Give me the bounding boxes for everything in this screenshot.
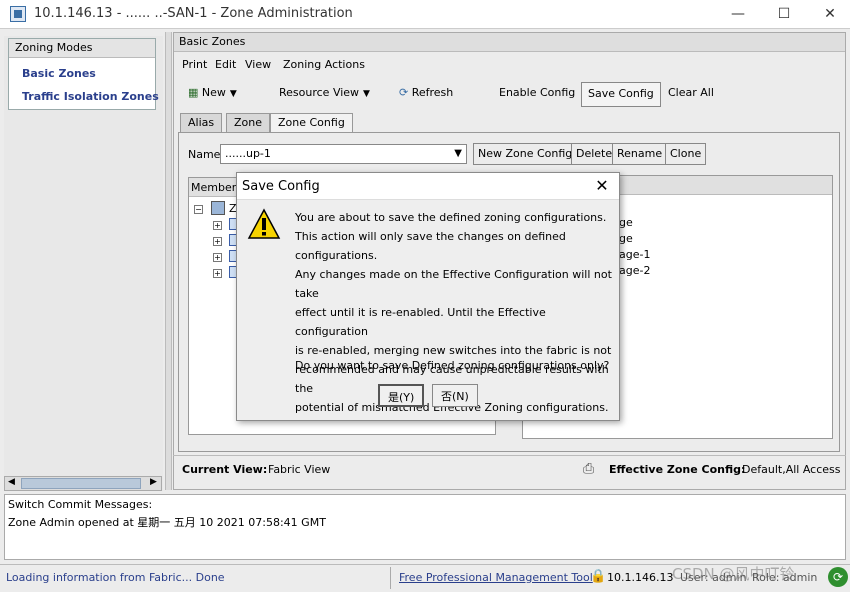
loading-status: Loading information from Fabric... Done bbox=[6, 571, 225, 584]
scroll-thumb[interactable] bbox=[21, 478, 141, 489]
tree-expand-icon[interactable]: + bbox=[213, 269, 222, 278]
free-tool-link[interactable]: Free Professional Management Tool bbox=[399, 571, 593, 584]
dialog-message-line: effect until it is re-enabled. Until the… bbox=[295, 306, 546, 338]
menu-edit[interactable]: Edit bbox=[215, 58, 236, 71]
config-member-item[interactable]: ge bbox=[619, 232, 633, 245]
commit-messages-title: Switch Commit Messages: bbox=[8, 498, 153, 511]
printer-icon[interactable]: ⎙ bbox=[583, 461, 594, 477]
delete-button[interactable]: Delete bbox=[571, 143, 618, 165]
ip-address: 10.1.146.13 bbox=[607, 571, 674, 584]
new-button[interactable]: ▦ New ▼ bbox=[182, 82, 243, 107]
zoning-modes-panel: Zoning Modes Basic Zones Traffic Isolati… bbox=[8, 38, 159, 110]
refresh-icon: ⟳ bbox=[399, 86, 409, 99]
tab-zone[interactable]: Zone bbox=[226, 113, 271, 132]
new-icon: ▦ bbox=[188, 86, 199, 99]
tab-zone-config[interactable]: Zone Config bbox=[270, 113, 353, 133]
minimize-button[interactable]: — bbox=[718, 2, 758, 26]
config-member-item[interactable]: age-2 bbox=[619, 264, 650, 277]
app-icon bbox=[10, 6, 26, 22]
chevron-down-icon: ▼ bbox=[229, 89, 237, 99]
yes-button[interactable]: 是(Y) bbox=[378, 384, 425, 407]
new-zone-config-button[interactable]: New Zone Config bbox=[473, 143, 578, 165]
config-member-item[interactable]: ge bbox=[619, 216, 633, 229]
tree-expand-icon[interactable]: + bbox=[213, 221, 222, 230]
dialog-message-line: This action will only save the changes o… bbox=[295, 230, 566, 262]
tab-alias[interactable]: Alias bbox=[180, 113, 223, 132]
dialog-message-line: is re-enabled, merging new switches into… bbox=[295, 344, 612, 357]
resource-view-label: Resource View bbox=[279, 86, 360, 99]
refresh-label: Refresh bbox=[411, 86, 454, 99]
clear-all-button[interactable]: Clear All bbox=[662, 82, 720, 107]
basic-zones-title: Basic Zones bbox=[174, 33, 845, 52]
resource-view-button[interactable]: Resource View ▼ bbox=[273, 82, 376, 107]
tree-expand-icon[interactable]: + bbox=[213, 253, 222, 262]
view-status-line: Current View: Fabric View ⎙ Effective Zo… bbox=[173, 455, 846, 483]
dialog-question: Do you want to save Defined zoning confi… bbox=[295, 359, 610, 372]
effective-config-label: Effective Zone Config: bbox=[609, 463, 746, 476]
dialog-close-icon[interactable]: ✕ bbox=[589, 175, 615, 197]
lock-icon: 🔒 bbox=[590, 569, 607, 584]
rename-button[interactable]: Rename bbox=[612, 143, 668, 165]
commit-messages-area: Switch Commit Messages: Zone Admin opene… bbox=[4, 494, 846, 560]
window-titlebar: 10.1.146.13 - ...... ..-SAN-1 - Zone Adm… bbox=[0, 0, 850, 28]
close-button[interactable]: ✕ bbox=[810, 2, 850, 26]
tree-expand-icon[interactable]: + bbox=[213, 237, 222, 246]
name-combo[interactable]: ......up-1 ▼ bbox=[220, 144, 467, 164]
enable-config-button[interactable]: Enable Config bbox=[493, 82, 581, 107]
zone-root-icon bbox=[211, 201, 225, 215]
config-member-item[interactable]: age-1 bbox=[619, 248, 650, 261]
scroll-right-icon[interactable]: ▶ bbox=[150, 477, 157, 487]
watermark-text: CSDN @风中叮铃 bbox=[672, 565, 795, 583]
save-config-dialog: Save Config ✕ You are about to save the … bbox=[236, 172, 620, 421]
scroll-left-icon[interactable]: ◀ bbox=[8, 477, 15, 487]
menu-zoning-actions[interactable]: Zoning Actions bbox=[283, 58, 365, 71]
mode-basic-zones[interactable]: Basic Zones bbox=[22, 67, 96, 80]
dialog-title: Save Config bbox=[242, 179, 320, 194]
refresh-button[interactable]: ⟳ Refresh bbox=[393, 82, 459, 107]
current-view-value: Fabric View bbox=[268, 463, 331, 476]
maximize-button[interactable]: ☐ bbox=[764, 2, 804, 26]
dialog-titlebar: Save Config ✕ bbox=[237, 173, 619, 200]
current-view-label: Current View: bbox=[182, 463, 268, 476]
chevron-down-icon: ▼ bbox=[363, 89, 370, 99]
status-bar: Loading information from Fabric... Done … bbox=[0, 564, 850, 592]
no-button[interactable]: 否(N) bbox=[432, 384, 478, 407]
dialog-message-line: Any changes made on the Effective Config… bbox=[295, 268, 612, 300]
new-label: New bbox=[201, 86, 226, 99]
panel-splitter[interactable] bbox=[165, 32, 172, 490]
commit-message-line: Zone Admin opened at 星期一 五月 10 2021 07:5… bbox=[8, 516, 326, 529]
tree-collapse-icon[interactable]: − bbox=[194, 205, 203, 214]
zoning-modes-title: Zoning Modes bbox=[9, 39, 155, 58]
window-title: 10.1.146.13 - ...... ..-SAN-1 - Zone Adm… bbox=[34, 6, 353, 21]
sync-icon: ⟳ bbox=[828, 567, 848, 587]
warning-icon bbox=[247, 208, 281, 239]
effective-config-value: Default,All Access bbox=[742, 463, 841, 476]
chevron-down-icon[interactable]: ▼ bbox=[454, 148, 462, 159]
left-horizontal-scrollbar[interactable]: ◀ ▶ bbox=[4, 476, 162, 491]
status-divider bbox=[390, 567, 391, 589]
name-label: Name bbox=[188, 148, 221, 161]
mode-traffic-isolation-zones[interactable]: Traffic Isolation Zones bbox=[22, 90, 159, 103]
clone-button[interactable]: Clone bbox=[665, 143, 707, 165]
save-config-button[interactable]: Save Config bbox=[581, 82, 661, 107]
dialog-message-line: You are about to save the defined zoning… bbox=[295, 211, 607, 224]
name-value: ......up-1 bbox=[225, 147, 271, 160]
menu-view[interactable]: View bbox=[245, 58, 271, 71]
menu-print[interactable]: Print bbox=[182, 58, 207, 71]
